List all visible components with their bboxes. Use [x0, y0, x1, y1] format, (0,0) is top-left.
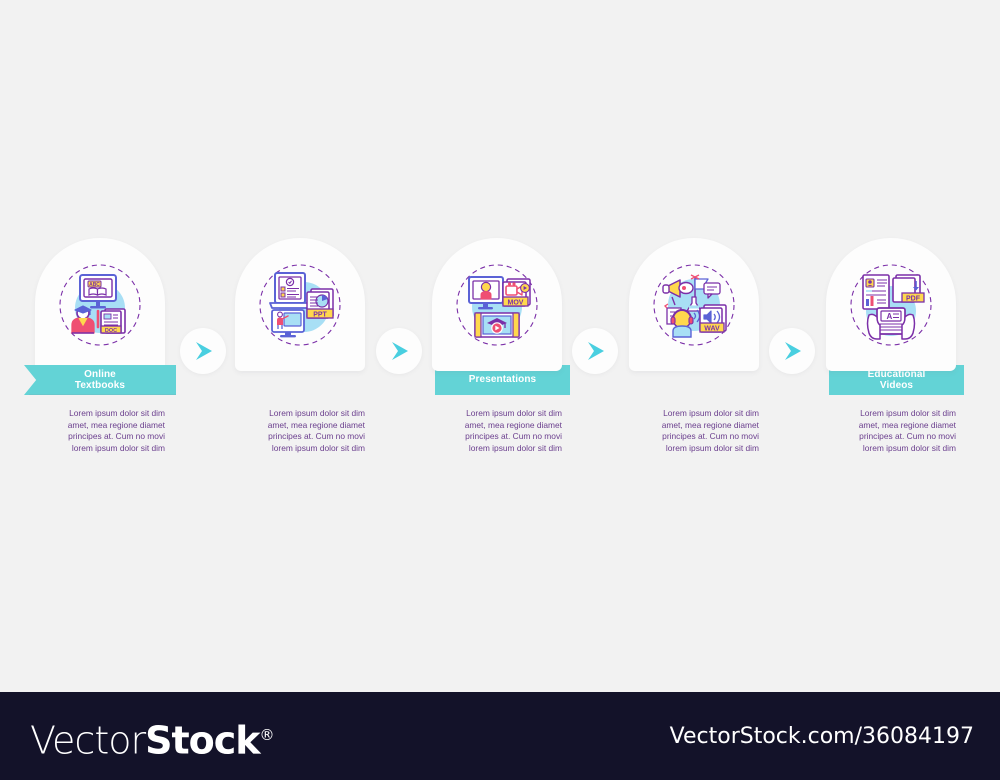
- step-educational-videos[interactable]: MOV Educational Videos Lorem ipsum dolor…: [399, 238, 969, 453]
- step-online-textbooks[interactable]: ABC DOC Online Textbooks Lorem ipsum dol…: [2, 238, 198, 453]
- step-description: Lorem ipsum dolor sit dim amet, mea regi…: [464, 408, 562, 454]
- pdf-guides-icon: PDF A: [839, 253, 943, 357]
- step-label: Online Textbooks: [74, 368, 126, 392]
- logo-text-bold: Stock: [145, 718, 260, 763]
- vectorstock-logo: VectorStock®: [30, 712, 275, 764]
- svg-text:PDF: PDF: [906, 295, 921, 302]
- step-description: Lorem ipsum dolor sit dim amet, mea regi…: [661, 408, 759, 454]
- audio-lectures-icon: WAV: [642, 253, 746, 357]
- step-audio-lectures[interactable]: WAV Audio Lectures Lorem ipsum dolor sit…: [596, 238, 792, 453]
- svg-text:PPT: PPT: [313, 311, 327, 318]
- svg-text:WAV: WAV: [704, 325, 720, 332]
- step-description: Lorem ipsum dolor sit dim amet, mea regi…: [858, 408, 956, 454]
- watermark-url: VectorStock.com/36084197: [669, 724, 974, 749]
- educational-videos-icon: MOV: [445, 253, 549, 357]
- watermark-footer: VectorStock® VectorStock.com/36084197: [0, 692, 1000, 780]
- svg-text:MOV: MOV: [508, 299, 524, 306]
- step-card: PDF A: [826, 238, 956, 371]
- svg-text:DOC: DOC: [105, 328, 117, 334]
- step-card: WAV: [629, 238, 759, 371]
- step-pdf-guides[interactable]: PDF A PDF guides Lorem ipsum dolor sit d…: [793, 238, 989, 453]
- step-card: ABC DOC: [35, 238, 165, 371]
- step-description: Lorem ipsum dolor sit dim amet, mea regi…: [267, 408, 365, 454]
- presentations-icon: PPT: [248, 253, 352, 357]
- step-presentations[interactable]: PPT Presentations Lorem ipsum dolor sit …: [202, 238, 575, 453]
- logo-text-light: Vector: [30, 718, 146, 763]
- step-card: PPT: [235, 238, 365, 371]
- step-banner-online-textbooks[interactable]: Online Textbooks: [24, 365, 176, 395]
- svg-text:A: A: [887, 312, 893, 321]
- step-card: MOV: [432, 238, 562, 371]
- infographic-stage: ABC DOC Online Textbooks Lorem ipsum dol…: [0, 0, 1000, 690]
- registered-mark: ®: [259, 726, 275, 744]
- step-label: Educational Videos: [867, 368, 926, 392]
- online-textbooks-icon: ABC DOC: [48, 253, 152, 357]
- step-label: Presentations: [468, 374, 537, 386]
- step-description: Lorem ipsum dolor sit dim amet, mea regi…: [67, 408, 165, 454]
- svg-text:ABC: ABC: [89, 282, 100, 288]
